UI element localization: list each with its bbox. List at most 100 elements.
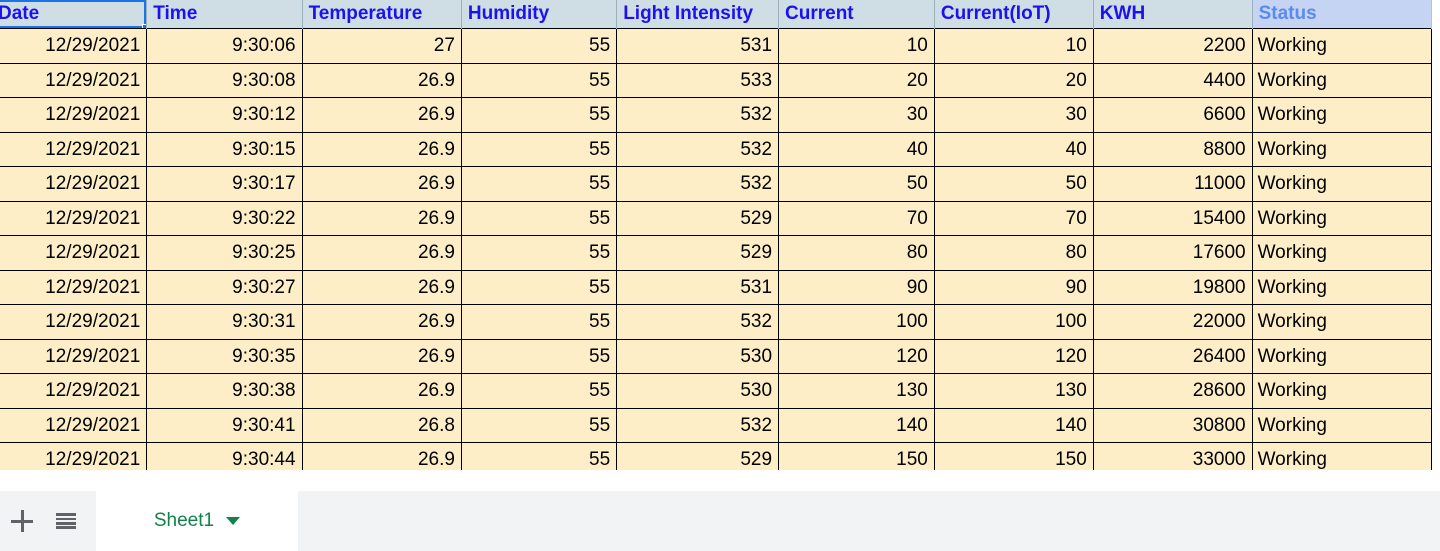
- cell-curiot[interactable]: 150: [934, 442, 1094, 470]
- cell-time[interactable]: 9:30:44: [146, 442, 303, 470]
- cell-cur[interactable]: 150: [778, 442, 935, 470]
- cell-kwh[interactable]: 11000: [1093, 166, 1253, 201]
- cell-kwh[interactable]: 17600: [1093, 235, 1253, 270]
- cell-hum[interactable]: 55: [461, 131, 618, 167]
- cell-kwh[interactable]: 4400: [1093, 62, 1253, 98]
- column-header-kwh[interactable]: KWH: [1093, 0, 1253, 29]
- cell-status[interactable]: Working: [1252, 373, 1433, 408]
- column-header-time[interactable]: Time: [146, 0, 303, 29]
- cell-status[interactable]: Working: [1252, 235, 1433, 270]
- cell-cur[interactable]: 90: [778, 269, 935, 305]
- cell-light[interactable]: 531: [616, 28, 780, 63]
- cell-cur[interactable]: 80: [778, 235, 935, 270]
- add-sheet-button[interactable]: [0, 499, 44, 543]
- cell-temp[interactable]: 26.9: [302, 62, 462, 98]
- cell-cur[interactable]: 70: [778, 200, 935, 236]
- cell-date[interactable]: 12/29/2021: [0, 338, 148, 374]
- cell-temp[interactable]: 26.9: [302, 442, 462, 470]
- cell-status[interactable]: Working: [1252, 269, 1433, 305]
- cell-kwh[interactable]: 30800: [1093, 407, 1253, 443]
- cell-kwh[interactable]: 2200: [1093, 28, 1253, 63]
- cell-hum[interactable]: 55: [461, 235, 618, 270]
- cell-hum[interactable]: 55: [461, 28, 618, 63]
- cell-curiot[interactable]: 10: [934, 28, 1094, 63]
- cell-date[interactable]: 12/29/2021: [0, 442, 148, 470]
- cell-light[interactable]: 529: [616, 442, 780, 470]
- column-header-light-intensity[interactable]: Light Intensity: [616, 0, 780, 29]
- cell-light[interactable]: 529: [616, 235, 780, 270]
- cell-cur[interactable]: 10: [778, 28, 935, 63]
- cell-kwh[interactable]: 22000: [1093, 304, 1253, 339]
- cell-date[interactable]: 12/29/2021: [0, 62, 148, 98]
- cell-hum[interactable]: 55: [461, 407, 618, 443]
- cell-cur[interactable]: 100: [778, 304, 935, 339]
- column-header-temperature[interactable]: Temperature: [302, 0, 462, 29]
- cell-curiot[interactable]: 20: [934, 62, 1094, 98]
- cell-status[interactable]: Working: [1252, 166, 1433, 201]
- cell-temp[interactable]: 26.9: [302, 269, 462, 305]
- cell-cur[interactable]: 40: [778, 131, 935, 167]
- cell-light[interactable]: 529: [616, 200, 780, 236]
- cell-light[interactable]: 532: [616, 304, 780, 339]
- cell-temp[interactable]: 26.9: [302, 131, 462, 167]
- cell-date[interactable]: 12/29/2021: [0, 131, 148, 167]
- cell-light[interactable]: 532: [616, 407, 780, 443]
- cell-date[interactable]: 12/29/2021: [0, 166, 148, 201]
- cell-time[interactable]: 9:30:12: [146, 97, 303, 132]
- chevron-down-icon[interactable]: [226, 517, 241, 525]
- cell-time[interactable]: 9:30:15: [146, 131, 303, 167]
- cell-curiot[interactable]: 80: [934, 235, 1094, 270]
- cell-time[interactable]: 9:30:22: [146, 200, 303, 236]
- cell-kwh[interactable]: 19800: [1093, 269, 1253, 305]
- cell-hum[interactable]: 55: [461, 338, 618, 374]
- cell-hum[interactable]: 55: [461, 166, 618, 201]
- cell-time[interactable]: 9:30:08: [146, 62, 303, 98]
- cell-curiot[interactable]: 100: [934, 304, 1094, 339]
- column-header-current[interactable]: Current: [778, 0, 935, 29]
- cell-status[interactable]: Working: [1252, 97, 1433, 132]
- cell-time[interactable]: 9:30:25: [146, 235, 303, 270]
- cell-hum[interactable]: 55: [461, 200, 618, 236]
- cell-temp[interactable]: 26.9: [302, 97, 462, 132]
- cell-hum[interactable]: 55: [461, 269, 618, 305]
- sheet-tab-sheet1[interactable]: Sheet1: [96, 491, 298, 551]
- cell-hum[interactable]: 55: [461, 373, 618, 408]
- cell-status[interactable]: Working: [1252, 442, 1433, 470]
- cell-status[interactable]: Working: [1252, 407, 1433, 443]
- cell-time[interactable]: 9:30:41: [146, 407, 303, 443]
- cell-cur[interactable]: 20: [778, 62, 935, 98]
- column-header-date[interactable]: Date: [0, 0, 148, 29]
- cell-date[interactable]: 12/29/2021: [0, 28, 148, 63]
- cell-curiot[interactable]: 130: [934, 373, 1094, 408]
- cell-light[interactable]: 530: [616, 373, 780, 408]
- cell-status[interactable]: Working: [1252, 131, 1433, 167]
- cell-curiot[interactable]: 30: [934, 97, 1094, 132]
- cell-light[interactable]: 533: [616, 62, 780, 98]
- cell-light[interactable]: 532: [616, 131, 780, 167]
- cell-cur[interactable]: 30: [778, 97, 935, 132]
- cell-status[interactable]: Working: [1252, 338, 1433, 374]
- cell-time[interactable]: 9:30:31: [146, 304, 303, 339]
- all-sheets-button[interactable]: [44, 499, 88, 543]
- cell-hum[interactable]: 55: [461, 97, 618, 132]
- cell-temp[interactable]: 26.9: [302, 304, 462, 339]
- cell-status[interactable]: Working: [1252, 200, 1433, 236]
- cell-hum[interactable]: 55: [461, 62, 618, 98]
- cell-light[interactable]: 532: [616, 166, 780, 201]
- cell-date[interactable]: 12/29/2021: [0, 269, 148, 305]
- cell-date[interactable]: 12/29/2021: [0, 235, 148, 270]
- cell-cur[interactable]: 120: [778, 338, 935, 374]
- cell-temp[interactable]: 26.9: [302, 166, 462, 201]
- cell-hum[interactable]: 55: [461, 304, 618, 339]
- horizontal-scrollbar-track[interactable]: [0, 474, 1440, 488]
- cell-curiot[interactable]: 120: [934, 338, 1094, 374]
- cell-curiot[interactable]: 90: [934, 269, 1094, 305]
- cell-time[interactable]: 9:30:38: [146, 373, 303, 408]
- cell-temp[interactable]: 26.9: [302, 373, 462, 408]
- cell-kwh[interactable]: 33000: [1093, 442, 1253, 470]
- cell-time[interactable]: 9:30:35: [146, 338, 303, 374]
- cell-curiot[interactable]: 140: [934, 407, 1094, 443]
- grid-viewport[interactable]: Date Time Temperature Humidity Light Int…: [0, 0, 1440, 470]
- cell-kwh[interactable]: 6600: [1093, 97, 1253, 132]
- cell-temp[interactable]: 26.9: [302, 338, 462, 374]
